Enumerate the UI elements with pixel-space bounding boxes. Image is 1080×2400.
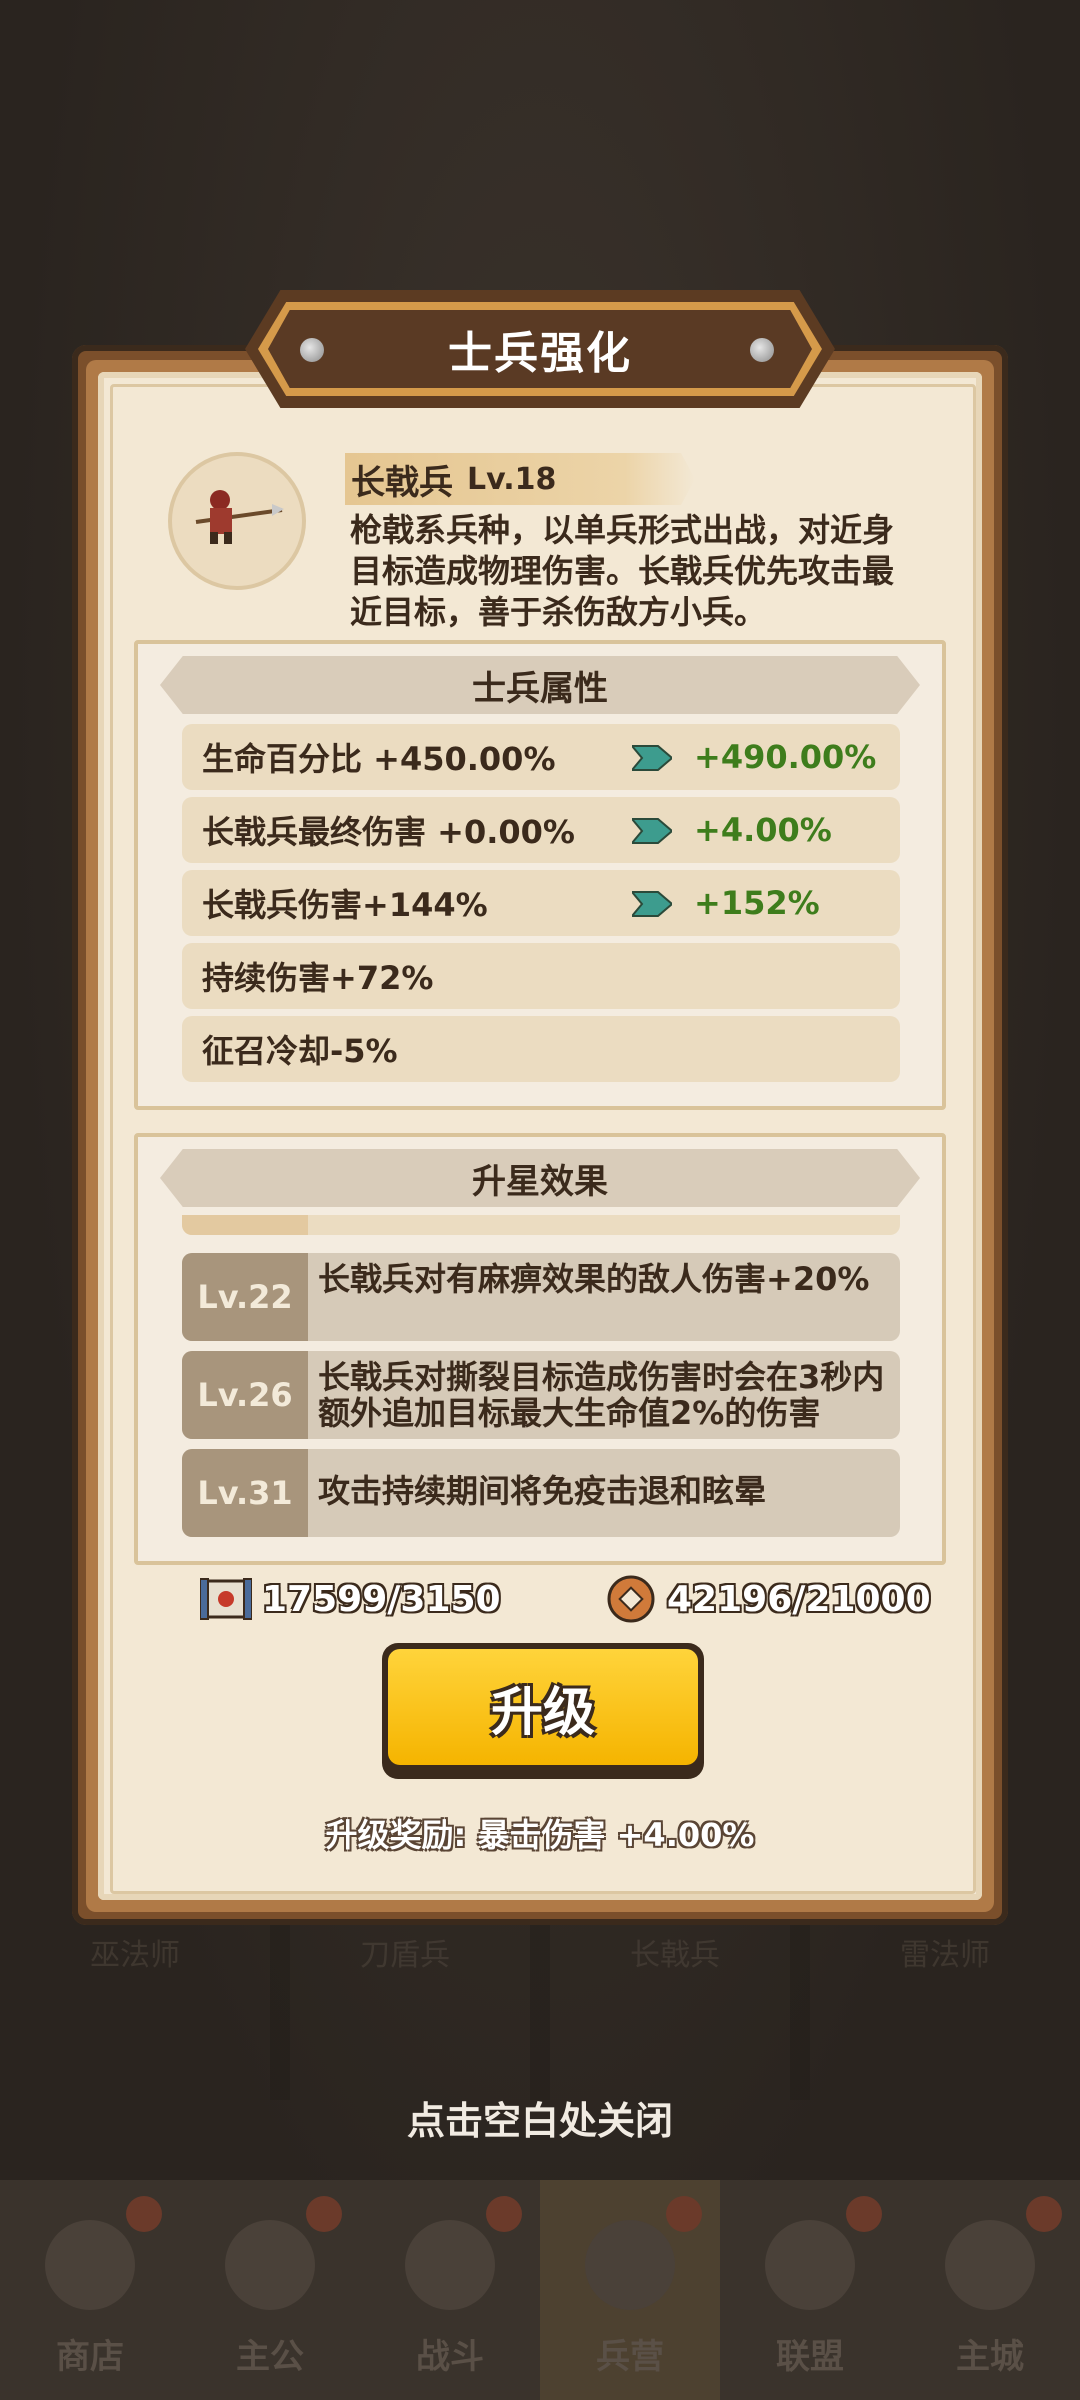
notification-dot	[126, 2196, 162, 2232]
background-tab-label: 巫法师	[90, 1938, 180, 1973]
attribute-label: 长戟兵伤害+144%	[202, 886, 488, 924]
attribute-next-value: +152%	[694, 884, 820, 922]
halberd-soldier-icon	[195, 490, 284, 544]
attribute-next-value: +490.00%	[694, 738, 877, 776]
nav-label: 战斗	[416, 2337, 484, 2377]
star-effect-level: Lv.31	[182, 1449, 308, 1537]
coin-icon	[607, 1575, 655, 1623]
coin-resource: 42196/21000	[605, 1575, 931, 1623]
rivet-icon	[300, 338, 324, 362]
attributes-header: 士兵属性	[160, 656, 920, 714]
star-effect-row: Lv.26 长戟兵对撕裂目标造成伤害时会在3秒内额外追加目标最大生命值2%的伤害	[182, 1351, 900, 1439]
background-tab-label: 雷法师	[900, 1938, 990, 1973]
attribute-row: 征召冷却-5%	[182, 1016, 900, 1082]
close-hint[interactable]: 点击空白处关闭	[0, 2090, 1080, 2145]
unit-level: Lv.18	[467, 461, 557, 497]
attribute-next-value: +4.00%	[694, 811, 832, 849]
upgrade-reward-text: 升级奖励: 暴击伤害 +4.00%	[325, 1816, 755, 1854]
alliance-icon	[765, 2220, 855, 2310]
unit-avatar	[168, 452, 306, 590]
attribute-row: 长戟兵伤害+144% +152%	[182, 870, 900, 936]
upgrade-button[interactable]: 升级	[382, 1643, 704, 1779]
nav-item-shop[interactable]: 商店	[0, 2180, 180, 2400]
star-effect-level: Lv.26	[182, 1351, 308, 1439]
nav-label: 兵营	[596, 2337, 664, 2377]
background-unit-tabs: 巫法师 刀盾兵 长戟兵 雷法师	[0, 1930, 1080, 1973]
attribute-label: 生命百分比 +450.00%	[202, 740, 556, 778]
star-effect-row: Lv.31 攻击持续期间将免疫击退和眩晕	[182, 1449, 900, 1537]
background-tab-label: 刀盾兵	[360, 1938, 450, 1973]
nav-label: 主公	[236, 2337, 304, 2377]
attribute-label: 持续伤害+72%	[202, 959, 434, 997]
nav-item-lord[interactable]: 主公	[180, 2180, 360, 2400]
coin-count: 42196/21000	[667, 1578, 931, 1620]
star-effect-text: 长戟兵对有麻痹效果的敌人伤害+20%	[318, 1260, 870, 1298]
battle-icon	[405, 2220, 495, 2310]
nav-label: 商店	[56, 2337, 124, 2377]
notification-dot	[486, 2196, 522, 2232]
star-effects-section[interactable]: 升星效果 Lv.22 长戟兵对有麻痹效果的敌人伤害+20% Lv.26 长戟兵对…	[134, 1133, 946, 1565]
barracks-icon	[585, 2220, 675, 2310]
attribute-row: 生命百分比 +450.00% +490.00%	[182, 724, 900, 790]
unit-description: 枪戟系兵种，以单兵形式出战，对近身目标造成物理伤害。长戟兵优先攻击最近目标，善于…	[350, 511, 895, 631]
upgrade-arrow-icon	[632, 818, 672, 844]
upgrade-arrow-icon	[632, 891, 672, 917]
upgrade-button-label: 升级	[388, 1649, 698, 1765]
notification-dot	[666, 2196, 702, 2232]
unit-name: 长戟兵	[351, 462, 453, 503]
scroll-resource: 17599/3150	[200, 1575, 501, 1623]
scroll-count: 17599/3150	[262, 1578, 501, 1620]
star-effects-header: 升星效果	[160, 1149, 920, 1207]
star-effect-text: 攻击持续期间将免疫击退和眩晕	[318, 1472, 767, 1510]
nav-item-alliance[interactable]: 联盟	[720, 2180, 900, 2400]
nav-item-barracks[interactable]: 兵营	[540, 2180, 720, 2400]
star-effect-text: 长戟兵对撕裂目标造成伤害时会在3秒内额外追加目标最大生命值2%的伤害	[318, 1358, 885, 1432]
shop-icon	[45, 2220, 135, 2310]
dialog-title: 士兵强化	[268, 310, 812, 388]
scroll-icon	[200, 1578, 252, 1620]
attribute-label: 长戟兵最终伤害 +0.00%	[202, 813, 575, 851]
background-tab-label: 长戟兵	[630, 1938, 720, 1973]
nav-item-city[interactable]: 主城	[900, 2180, 1080, 2400]
scrolled-row-edge	[182, 1215, 900, 1235]
notification-dot	[306, 2196, 342, 2232]
nav-item-battle[interactable]: 战斗	[360, 2180, 540, 2400]
star-effect-row: Lv.22 长戟兵对有麻痹效果的敌人伤害+20%	[182, 1253, 900, 1341]
notification-dot	[846, 2196, 882, 2232]
rivet-icon	[750, 338, 774, 362]
nav-label: 主城	[956, 2337, 1024, 2377]
star-effect-level: Lv.22	[182, 1253, 308, 1341]
attribute-row: 长戟兵最终伤害 +0.00% +4.00%	[182, 797, 900, 863]
notification-dot	[1026, 2196, 1062, 2232]
city-icon	[945, 2220, 1035, 2310]
unit-name-tag: 长戟兵 Lv.18	[345, 453, 695, 505]
attribute-label: 征召冷却-5%	[202, 1032, 398, 1070]
lord-icon	[225, 2220, 315, 2310]
upgrade-arrow-icon	[632, 745, 672, 771]
nav-label: 联盟	[776, 2337, 844, 2377]
attribute-row: 持续伤害+72%	[182, 943, 900, 1009]
attributes-section: 士兵属性 生命百分比 +450.00% +490.00% 长戟兵最终伤害 +0.…	[134, 640, 946, 1110]
bottom-nav: 商店 主公 战斗 兵营 联盟 主城	[0, 2180, 1080, 2400]
